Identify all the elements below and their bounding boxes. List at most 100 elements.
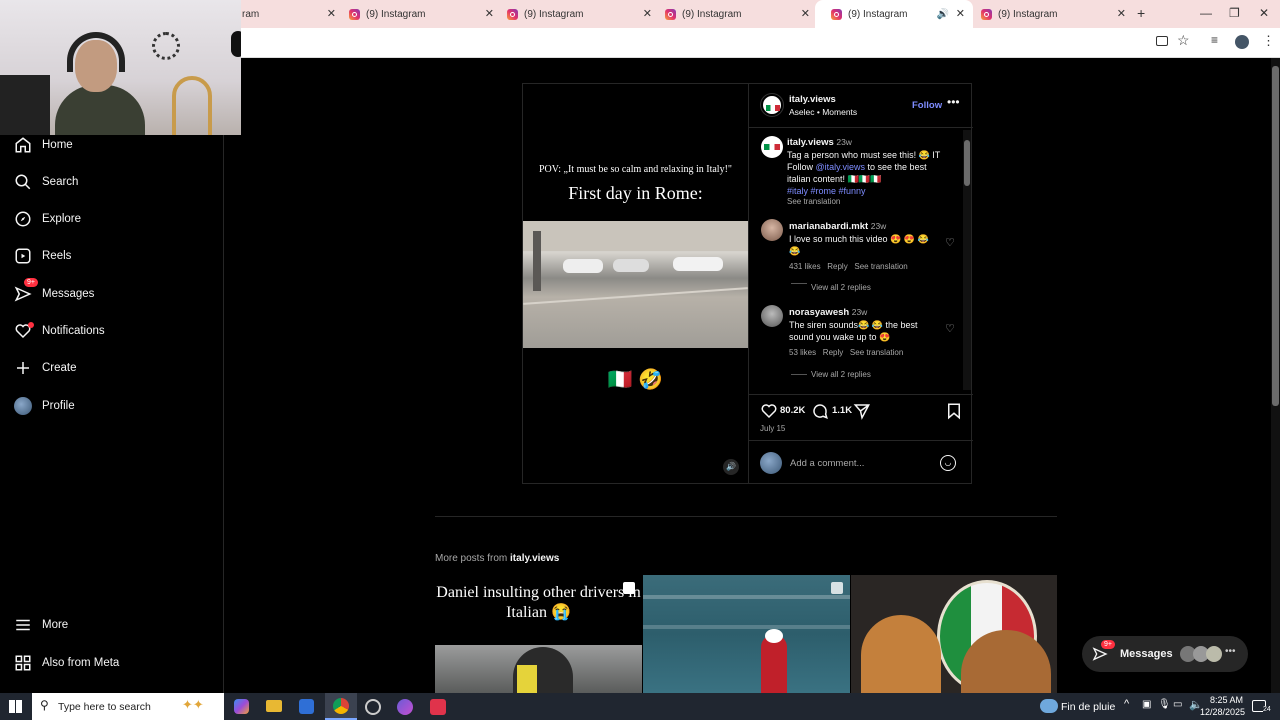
avatar[interactable] (761, 136, 783, 158)
view-replies-button[interactable]: View all 2 replies (811, 370, 871, 379)
comments-count[interactable]: 1.1K (832, 405, 852, 416)
avatar[interactable] (761, 305, 783, 327)
more-options-icon[interactable]: ••• (947, 95, 960, 109)
sound-icon[interactable]: 🔊 (723, 459, 739, 475)
sidebar-item-home[interactable]: Home (14, 136, 73, 154)
scrollbar-thumb[interactable] (964, 140, 970, 186)
app-icon[interactable] (430, 699, 446, 715)
minimize-icon[interactable]: — (1200, 6, 1212, 20)
copilot-icon[interactable] (234, 699, 249, 714)
browser-tab-active[interactable]: (9) Instagram 🔊 ✕ (815, 0, 973, 28)
notification-count: 24 (1263, 706, 1271, 713)
reel-video[interactable]: POV: „It must be so calm and relaxing in… (523, 84, 748, 483)
media-control-icon[interactable]: ≡ (1211, 33, 1218, 47)
replies-line (791, 374, 807, 375)
post-subline[interactable]: Aselec • Moments (789, 107, 857, 117)
close-icon[interactable]: ✕ (1117, 7, 1126, 20)
sidebar-item-explore[interactable]: Explore (14, 210, 81, 228)
speaker-icon[interactable]: 🔊 (937, 9, 949, 20)
tray-icon[interactable]: ▣ (1142, 699, 1151, 710)
post-thumbnail[interactable]: Daniel insulting other drivers in Italia… (435, 575, 642, 693)
windows-start-icon[interactable] (9, 700, 22, 713)
likes-count[interactable]: 80.2K (780, 405, 805, 416)
add-comment-input[interactable]: Add a comment... (790, 458, 864, 469)
comment-user[interactable]: marianabardi.mkt (789, 221, 868, 232)
post-thumbnail[interactable] (643, 575, 850, 693)
sidebar-item-more[interactable]: More (14, 616, 68, 634)
menu-icon[interactable]: ⋮ (1262, 33, 1275, 49)
page-scrollbar[interactable] (1271, 58, 1280, 693)
mention-link[interactable]: @italy.views (816, 162, 865, 172)
browser-tab[interactable]: ram ✕ (241, 4, 336, 24)
tray-chevron-icon[interactable]: ^ (1124, 698, 1129, 710)
see-translation-link[interactable]: See translation (854, 262, 907, 271)
profile-avatar[interactable] (1235, 35, 1249, 49)
like-comment-icon[interactable]: ♡ (945, 236, 955, 249)
close-icon[interactable]: ✕ (327, 7, 336, 20)
close-icon[interactable]: ✕ (956, 7, 965, 20)
caption-user[interactable]: italy.views (787, 137, 834, 148)
close-window-icon[interactable]: ✕ (1259, 6, 1269, 20)
reply-button[interactable]: Reply (827, 262, 847, 271)
close-icon[interactable]: ✕ (643, 7, 652, 20)
scrollbar-thumb[interactable] (1272, 66, 1279, 406)
weather-icon[interactable] (1040, 699, 1058, 713)
more-icon[interactable]: ••• (1225, 646, 1236, 657)
network-icon[interactable]: ▭ (1173, 699, 1182, 710)
sidebar-item-search[interactable]: Search (14, 173, 78, 191)
comment-user[interactable]: norasyawesh (789, 307, 849, 318)
post-author[interactable]: italy.views (789, 94, 836, 105)
file-explorer-icon[interactable] (266, 700, 282, 712)
comment-likes[interactable]: 53 likes (789, 348, 816, 357)
install-icon[interactable] (1156, 36, 1168, 46)
hashtag-links[interactable]: #italy #rome #funny (787, 185, 952, 197)
close-icon[interactable]: ✕ (801, 7, 810, 20)
app-icon[interactable] (365, 699, 381, 715)
taskbar-search[interactable]: ⚲ Type here to search ✦✦ (32, 693, 224, 720)
instagram-icon (349, 8, 360, 20)
avatar[interactable] (760, 93, 784, 117)
maximize-icon[interactable]: ❐ (1229, 6, 1240, 20)
reel-icon (623, 582, 635, 594)
view-replies-button[interactable]: View all 2 replies (811, 283, 871, 292)
comments-scrollbar[interactable] (963, 130, 971, 390)
sidebar-item-profile[interactable]: Profile (14, 397, 75, 415)
browser-tab[interactable]: (9) Instagram ✕ (981, 4, 1126, 24)
comment-icon[interactable] (811, 402, 829, 420)
heart-icon[interactable] (760, 402, 778, 420)
share-icon[interactable] (853, 402, 871, 420)
store-icon[interactable] (299, 699, 314, 714)
sidebar-item-notifications[interactable]: Notifications (14, 322, 105, 340)
post-thumbnail[interactable] (851, 575, 1057, 693)
new-tab-button[interactable]: + (1137, 5, 1145, 21)
sidebar-item-create[interactable]: Create (14, 359, 77, 377)
app-icon[interactable] (397, 699, 413, 715)
microphone-icon[interactable]: 🎙 (1158, 699, 1171, 710)
taskbar-chrome-active[interactable] (325, 693, 357, 720)
weather-text[interactable]: Fin de pluie (1061, 701, 1115, 713)
emoji-icon[interactable]: ◡ (940, 455, 956, 471)
divider (749, 127, 973, 128)
see-translation-link[interactable]: See translation (850, 348, 903, 357)
avatar[interactable] (761, 219, 783, 241)
see-translation-link[interactable]: See translation (787, 197, 952, 206)
sidebar-item-reels[interactable]: Reels (14, 247, 71, 265)
taskbar-date[interactable]: 12/28/2025 (1200, 707, 1245, 717)
more-posts-user[interactable]: italy.views (510, 553, 559, 564)
reels-icon (15, 248, 31, 264)
reply-button[interactable]: Reply (823, 348, 843, 357)
close-icon[interactable]: ✕ (485, 7, 494, 20)
taskbar-clock[interactable]: 8:25 AM (1207, 695, 1243, 705)
bookmark-icon[interactable] (945, 402, 963, 420)
follow-button[interactable]: Follow (912, 100, 942, 111)
comment-likes[interactable]: 431 likes (789, 262, 821, 271)
tab-title: (9) Instagram (524, 8, 584, 20)
sidebar-item-messages[interactable]: Messages 9+ (14, 278, 94, 303)
messages-pill[interactable]: 9+ Messages ••• (1082, 636, 1248, 672)
like-comment-icon[interactable]: ♡ (945, 322, 955, 335)
browser-tab[interactable]: (9) Instagram ✕ (665, 4, 810, 24)
star-icon[interactable]: ☆ (1177, 32, 1190, 49)
sidebar-item-meta[interactable]: Also from Meta (14, 654, 119, 672)
browser-tab[interactable]: (9) Instagram ✕ (507, 4, 652, 24)
browser-tab[interactable]: (9) Instagram ✕ (349, 4, 494, 24)
